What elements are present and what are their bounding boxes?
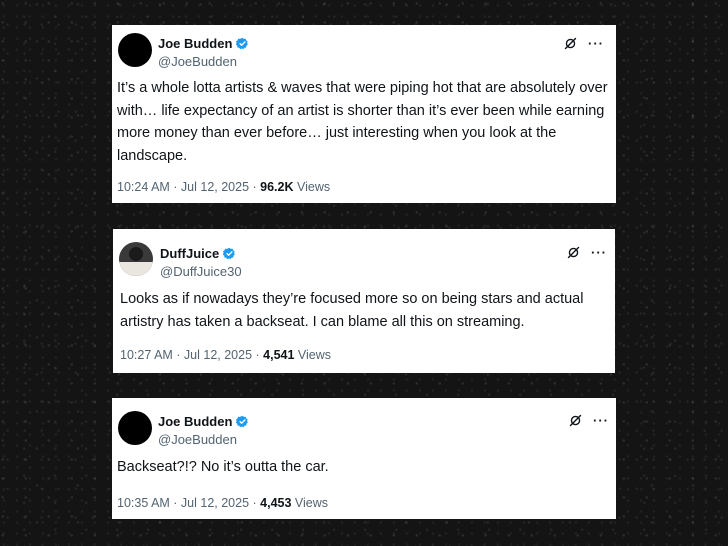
tweet-card[interactable]: Joe Budden @JoeBudden ··· Backseat?!? No… [112,398,616,519]
timestamp[interactable]: 10:27 AM · Jul 12, 2025 · [120,348,263,362]
author-name[interactable]: Joe Budden [158,36,232,51]
grok-icon[interactable] [568,413,583,428]
tweet-actions: ··· [566,245,607,260]
tweet-text: Backseat?!? No it’s outta the car. [117,459,329,475]
author-handle[interactable]: @JoeBudden [158,54,237,69]
avatar[interactable] [118,33,152,67]
author-name[interactable]: DuffJuice [160,246,219,261]
tweet-card[interactable]: DuffJuice @DuffJuice30 ··· Looks as if n… [113,229,615,373]
tweet-text: Looks as if nowadays they’re focused mor… [120,291,584,330]
tweet-meta: 10:35 AM · Jul 12, 2025 · 4,453 Views [117,496,328,510]
avatar[interactable] [119,242,153,276]
tweet-card[interactable]: Joe Budden @JoeBudden ··· It’s a whole l… [112,25,616,203]
views-count: 4,453 [260,496,292,510]
more-options-icon[interactable]: ··· [591,246,607,259]
verified-badge-icon [236,415,249,428]
views-count: 4,541 [263,348,295,362]
grok-icon[interactable] [563,36,578,51]
tweet-meta: 10:24 AM · Jul 12, 2025 · 96.2K Views [117,180,330,194]
tweet-actions: ··· [568,413,609,428]
tweet-actions: ··· [563,36,604,51]
author-row: DuffJuice [160,246,236,261]
tweet-meta: 10:27 AM · Jul 12, 2025 · 4,541 Views [120,348,331,362]
avatar[interactable] [118,411,152,445]
author-name[interactable]: Joe Budden [158,414,232,429]
views-count: 96.2K [260,180,294,194]
timestamp[interactable]: 10:24 AM · Jul 12, 2025 · [117,180,260,194]
avatar-band [119,262,153,276]
author-row: Joe Budden [158,414,249,429]
tweet-text: It’s a whole lotta artists & waves that … [117,80,608,164]
views-label: Views [294,348,332,362]
more-options-icon[interactable]: ··· [588,37,604,50]
author-handle[interactable]: @DuffJuice30 [160,264,242,279]
author-handle[interactable]: @JoeBudden [158,432,237,447]
avatar-face [129,247,143,261]
timestamp[interactable]: 10:35 AM · Jul 12, 2025 · [117,496,260,510]
grok-icon[interactable] [566,245,581,260]
views-label: Views [293,180,331,194]
author-row: Joe Budden [158,36,249,51]
verified-badge-icon [223,247,236,260]
verified-badge-icon [236,37,249,50]
more-options-icon[interactable]: ··· [593,414,609,427]
views-label: Views [291,496,329,510]
